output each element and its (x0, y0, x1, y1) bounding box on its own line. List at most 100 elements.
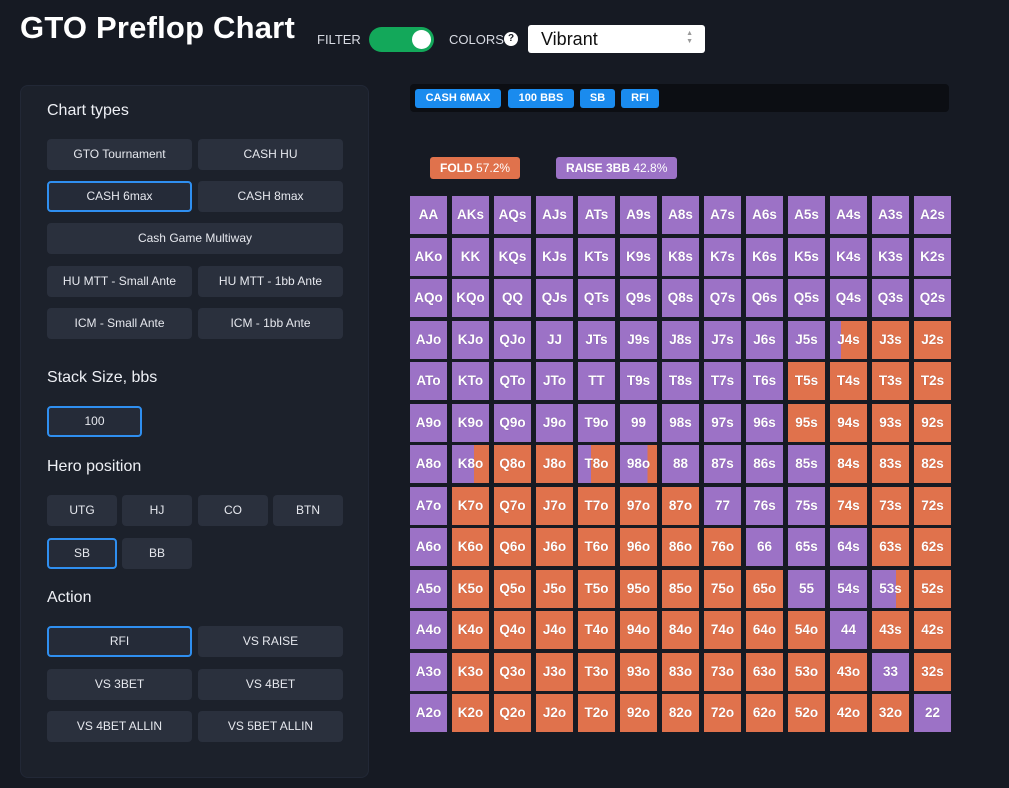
hand-cell[interactable]: 86s (746, 445, 783, 483)
hand-cell[interactable]: K5s (788, 238, 825, 276)
hand-cell[interactable]: ATo (410, 362, 447, 400)
hand-cell[interactable]: 98o (620, 445, 657, 483)
hand-cell[interactable]: J3o (536, 653, 573, 691)
hand-cell[interactable]: T9s (620, 362, 657, 400)
hand-cell[interactable]: QTo (494, 362, 531, 400)
hand-cell[interactable]: J7s (704, 321, 741, 359)
hand-cell[interactable]: K7o (452, 487, 489, 525)
hand-cell[interactable]: A5o (410, 570, 447, 608)
hand-cell[interactable]: JTs (578, 321, 615, 359)
hand-cell[interactable]: A4o (410, 611, 447, 649)
hand-cell[interactable]: K9o (452, 404, 489, 442)
hand-cell[interactable]: Q4s (830, 279, 867, 317)
hand-cell[interactable]: ATs (578, 196, 615, 234)
hand-cell[interactable]: Q4o (494, 611, 531, 649)
hand-cell[interactable]: 65o (746, 570, 783, 608)
hand-cell[interactable]: T5o (578, 570, 615, 608)
hand-cell[interactable]: 93o (620, 653, 657, 691)
hand-cell[interactable]: T9o (578, 404, 615, 442)
hand-cell[interactable]: 82s (914, 445, 951, 483)
hand-cell[interactable]: K3s (872, 238, 909, 276)
hand-cell[interactable]: 82o (662, 694, 699, 732)
hand-cell[interactable]: Q9o (494, 404, 531, 442)
hand-cell[interactable]: Q5s (788, 279, 825, 317)
hand-cell[interactable]: 76o (704, 528, 741, 566)
hand-cell[interactable]: 73o (704, 653, 741, 691)
hand-cell[interactable]: 83o (662, 653, 699, 691)
hand-cell[interactable]: Q5o (494, 570, 531, 608)
hand-cell[interactable]: 73s (872, 487, 909, 525)
chart-type-button[interactable]: CASH HU (198, 139, 343, 170)
chart-type-button[interactable]: CASH 8max (198, 181, 343, 212)
hand-cell[interactable]: QJs (536, 279, 573, 317)
action-button-rfi[interactable]: RFI (47, 626, 192, 657)
hand-cell[interactable]: QJo (494, 321, 531, 359)
hand-cell[interactable]: J6o (536, 528, 573, 566)
hand-cell[interactable]: K7s (704, 238, 741, 276)
hand-cell[interactable]: K6s (746, 238, 783, 276)
hand-cell[interactable]: T6o (578, 528, 615, 566)
hand-cell[interactable]: 83s (872, 445, 909, 483)
chart-type-button[interactable]: Cash Game Multiway (47, 223, 343, 254)
colors-select[interactable]: Vibrant ▲ ▼ (528, 25, 705, 53)
hand-cell[interactable]: J2o (536, 694, 573, 732)
hand-cell[interactable]: 95s (788, 404, 825, 442)
hand-cell[interactable]: J4s (830, 321, 867, 359)
hand-cell[interactable]: 97o (620, 487, 657, 525)
help-icon[interactable]: ? (504, 32, 518, 46)
hand-cell[interactable]: T5s (788, 362, 825, 400)
hand-cell[interactable]: J3s (872, 321, 909, 359)
hand-cell[interactable]: 94o (620, 611, 657, 649)
hand-cell[interactable]: J9o (536, 404, 573, 442)
chart-type-button[interactable]: ICM - Small Ante (47, 308, 192, 339)
hand-cell[interactable]: 75o (704, 570, 741, 608)
position-button-utg[interactable]: UTG (47, 495, 117, 526)
hand-cell[interactable]: JTo (536, 362, 573, 400)
hand-cell[interactable]: TT (578, 362, 615, 400)
hand-cell[interactable]: T4s (830, 362, 867, 400)
hand-cell[interactable]: T8s (662, 362, 699, 400)
hand-cell[interactable]: T8o (578, 445, 615, 483)
hand-cell[interactable]: A9o (410, 404, 447, 442)
hand-cell[interactable]: A9s (620, 196, 657, 234)
position-button-bb[interactable]: BB (122, 538, 192, 569)
hand-cell[interactable]: 85o (662, 570, 699, 608)
hand-cell[interactable]: A8o (410, 445, 447, 483)
hand-cell[interactable]: Q7s (704, 279, 741, 317)
hand-cell[interactable]: KK (452, 238, 489, 276)
hand-cell[interactable]: J8s (662, 321, 699, 359)
hand-cell[interactable]: 65s (788, 528, 825, 566)
hand-cell[interactable]: A6s (746, 196, 783, 234)
hand-cell[interactable]: JJ (536, 321, 573, 359)
hand-cell[interactable]: AQo (410, 279, 447, 317)
hand-cell[interactable]: A5s (788, 196, 825, 234)
hand-cell[interactable]: Q6s (746, 279, 783, 317)
hand-cell[interactable]: J4o (536, 611, 573, 649)
hand-cell[interactable]: J5s (788, 321, 825, 359)
hand-cell[interactable]: J5o (536, 570, 573, 608)
action-button-vs-4bet[interactable]: VS 4BET (198, 669, 343, 700)
hand-cell[interactable]: K6o (452, 528, 489, 566)
hand-cell[interactable]: Q6o (494, 528, 531, 566)
hand-cell[interactable]: J8o (536, 445, 573, 483)
hand-cell[interactable]: Q2s (914, 279, 951, 317)
hand-cell[interactable]: A2o (410, 694, 447, 732)
hand-cell[interactable]: T7o (578, 487, 615, 525)
hand-cell[interactable]: Q2o (494, 694, 531, 732)
hand-cell[interactable]: T2o (578, 694, 615, 732)
chart-type-button[interactable]: ICM - 1bb Ante (198, 308, 343, 339)
hand-cell[interactable]: KQs (494, 238, 531, 276)
hand-cell[interactable]: Q3o (494, 653, 531, 691)
hand-cell[interactable]: 42s (914, 611, 951, 649)
hand-cell[interactable]: 33 (872, 653, 909, 691)
hand-cell[interactable]: 86o (662, 528, 699, 566)
hand-cell[interactable]: 95o (620, 570, 657, 608)
hand-cell[interactable]: A7o (410, 487, 447, 525)
position-button-hj[interactable]: HJ (122, 495, 192, 526)
hand-cell[interactable]: T6s (746, 362, 783, 400)
chart-type-button[interactable]: HU MTT - 1bb Ante (198, 266, 343, 297)
hand-cell[interactable]: KTo (452, 362, 489, 400)
hand-cell[interactable]: 94s (830, 404, 867, 442)
hand-cell[interactable]: A6o (410, 528, 447, 566)
hand-cell[interactable]: J7o (536, 487, 573, 525)
